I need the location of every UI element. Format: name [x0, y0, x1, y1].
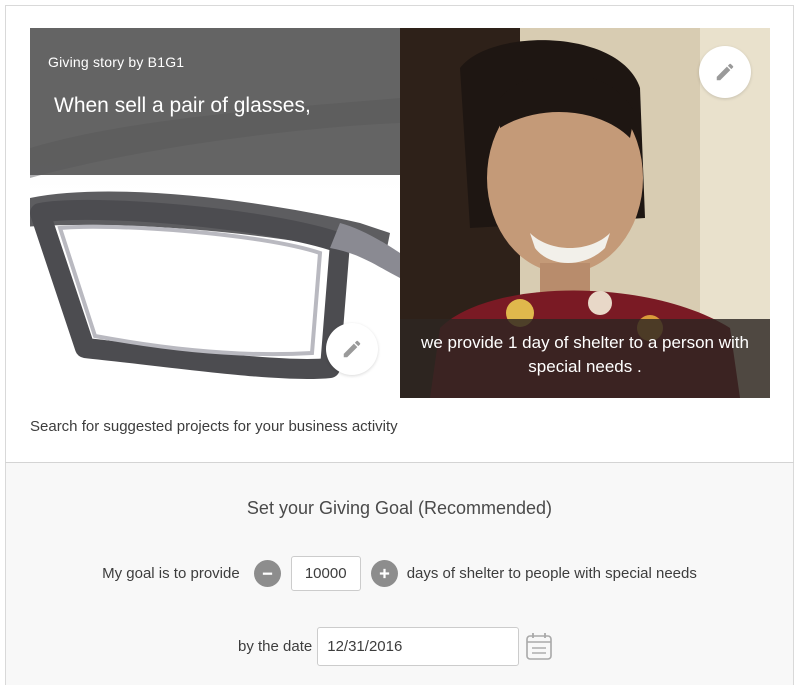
goal-date-row: by the date [6, 626, 793, 666]
giving-goal-title: Set your Giving Goal (Recommended) [246, 498, 553, 518]
story-trigger-text: When sell a pair of glasses, [54, 94, 311, 117]
story-impact-caption: we provide 1 day of shelter to a person … [400, 319, 770, 398]
search-suggested-projects-link[interactable]: Search for suggested projects for your b… [30, 418, 398, 435]
calendar-icon[interactable] [525, 631, 553, 661]
goal-prefix-label: My goal is to provide [102, 564, 240, 582]
edit-trigger-button[interactable] [326, 323, 378, 375]
goal-quantity-input[interactable] [290, 555, 361, 591]
giving-story: Giving story by B1G1 When sell a pair of… [30, 28, 770, 398]
increment-button[interactable] [370, 559, 398, 587]
plus-circle-icon [379, 568, 389, 578]
story-author-label: Giving story by B1G1 [48, 54, 185, 70]
glasses-image: Giving story by B1G1 When sell a pair of… [30, 28, 400, 398]
edit-impact-button[interactable] [699, 46, 751, 98]
giving-goal-section: Set your Giving Goal (Recommended) My go… [6, 463, 793, 685]
decrement-button[interactable] [253, 559, 281, 587]
pencil-icon [343, 340, 361, 358]
story-top-caption: Giving story by B1G1 When sell a pair of… [30, 28, 400, 175]
goal-date-input[interactable] [317, 626, 520, 666]
minus-circle-icon [262, 572, 272, 575]
pencil-icon [716, 63, 734, 81]
person-image: we provide 1 day of shelter to a person … [400, 28, 770, 398]
goal-suffix-label: days of shelter to people with special n… [406, 564, 697, 582]
goal-quantity-row: My goal is to provide days of shelter to… [6, 554, 793, 592]
date-label: by the date [238, 637, 313, 655]
